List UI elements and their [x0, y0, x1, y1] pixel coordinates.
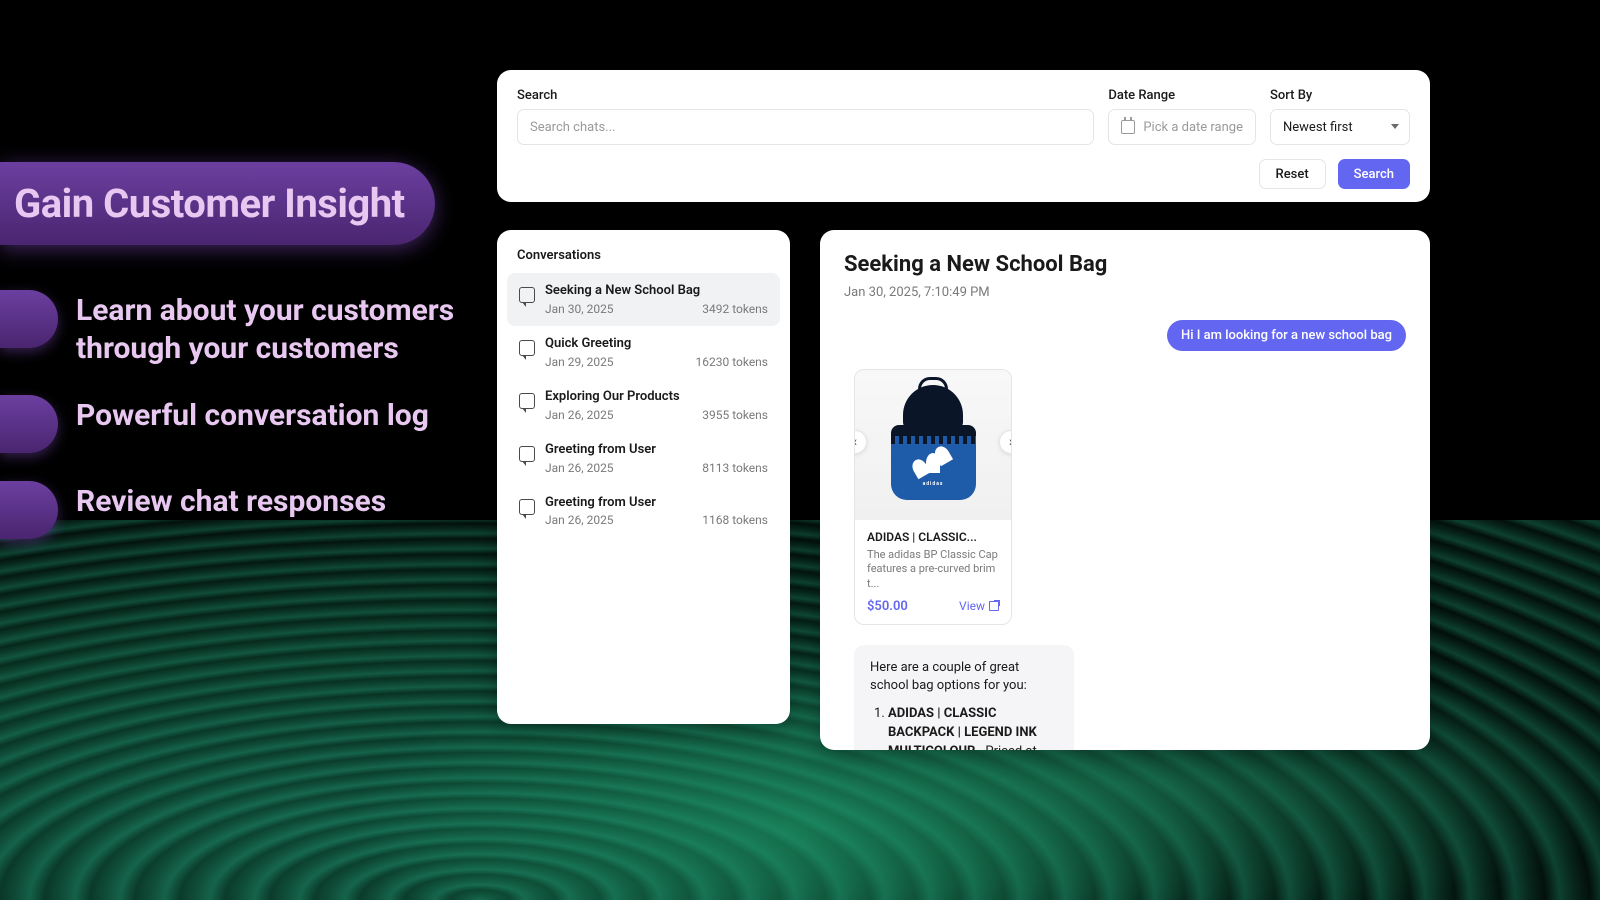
conversation-date: Jan 29, 2025 — [545, 355, 614, 369]
product-image: adidas — [855, 370, 1011, 520]
conversation-title: Greeting from User — [545, 442, 768, 459]
conversation-meta: Jan 29, 2025 16230 tokens — [545, 355, 768, 369]
search-input[interactable] — [517, 109, 1094, 145]
bot-message-item: ADIDAS | CLASSIC BACKPACK | LEGEND INK M… — [888, 705, 1058, 750]
detail-title: Seeking a New School Bag — [844, 252, 1406, 277]
conversation-body: Quick Greeting Jan 29, 2025 16230 tokens — [545, 336, 768, 369]
conversations-panel: Conversations Seeking a New School Bag Ja… — [497, 230, 790, 724]
sort-group: Sort By Newest first — [1270, 88, 1410, 145]
conversation-meta: Jan 26, 2025 8113 tokens — [545, 461, 768, 475]
hero-title: Gain Customer Insight — [14, 180, 405, 227]
product-price: $50.00 — [867, 599, 908, 614]
product-card: ‹ › adidas ADIDAS | CLASSIC... The adida… — [854, 369, 1012, 625]
chat-icon — [519, 287, 535, 303]
conversation-body: Seeking a New School Bag Jan 30, 2025 3492… — [545, 283, 768, 316]
sort-value: Newest first — [1283, 120, 1353, 135]
conversation-item[interactable]: Seeking a New School Bag Jan 30, 2025 3492… — [507, 273, 780, 326]
conversation-item[interactable]: Quick Greeting Jan 29, 2025 16230 tokens — [507, 326, 780, 379]
filter-row: Search Date Range Pick a date range Sort… — [517, 88, 1410, 145]
conversation-item[interactable]: Greeting from UserJan 26, 2025 1168 token… — [507, 485, 780, 538]
conversation-tokens: 3492 tokens — [702, 302, 768, 316]
conversations-list: Seeking a New School Bag Jan 30, 2025 3492… — [507, 273, 780, 537]
bullet-text: Powerful conversation log — [76, 395, 429, 435]
conversation-title: Quick Greeting — [545, 336, 768, 353]
conversation-body: Greeting from UserJan 26, 2025 1168 token… — [545, 495, 768, 528]
bullet-text: Learn about your customers through your … — [76, 290, 476, 367]
product-view-label: View — [959, 599, 985, 613]
chat-area: Hi I am looking for a new school bag ‹ ›… — [844, 320, 1406, 750]
conversation-date: Jan 26, 2025 — [545, 461, 614, 475]
conversation-body: Exploring Our Products Jan 26, 2025 3955 t… — [545, 389, 768, 422]
conversation-detail-panel: Seeking a New School Bag Jan 30, 2025, 7… — [820, 230, 1430, 750]
product-footer: $50.00 View — [867, 599, 999, 614]
conversation-tokens: 1168 tokens — [702, 513, 768, 527]
filter-panel: Search Date Range Pick a date range Sort… — [497, 70, 1430, 202]
product-description: The adidas BP Classic Cap features a pre… — [867, 548, 999, 591]
conversation-tokens: 3955 tokens — [702, 408, 768, 422]
search-group: Search — [517, 88, 1094, 145]
conversation-tokens: 16230 tokens — [696, 355, 769, 369]
product-info: ADIDAS | CLASSIC... The adidas BP Classi… — [855, 520, 1011, 624]
bullet-text: Review chat responses — [76, 481, 386, 521]
conversation-date: Jan 30, 2025 — [545, 302, 614, 316]
conversation-title: Seeking a New School Bag — [545, 283, 768, 300]
user-message-row: Hi I am looking for a new school bag — [844, 320, 1406, 351]
conversation-title: Greeting from User — [545, 495, 768, 512]
date-range-picker[interactable]: Pick a date range — [1108, 109, 1256, 145]
date-range-placeholder: Pick a date range — [1143, 120, 1243, 135]
feature-bullets: Learn about your customers through your … — [0, 290, 476, 567]
conversation-title: Exploring Our Products — [545, 389, 768, 406]
conversation-meta: Jan 30, 2025 3492 tokens — [545, 302, 768, 316]
bot-message-bubble: Here are a couple of great school bag op… — [854, 645, 1074, 750]
date-range-group: Date Range Pick a date range — [1108, 88, 1256, 145]
bullet-dot-icon — [0, 290, 58, 348]
calendar-icon — [1121, 120, 1135, 134]
filter-actions: Reset Search — [517, 159, 1410, 189]
conversation-date: Jan 26, 2025 — [545, 408, 614, 422]
sort-label: Sort By — [1270, 88, 1410, 103]
chat-icon — [519, 340, 535, 356]
hero-headline-pill: Gain Customer Insight — [0, 162, 435, 245]
search-label: Search — [517, 88, 1094, 103]
chat-icon — [519, 499, 535, 515]
bullet-item: Review chat responses — [0, 481, 476, 539]
bullet-item: Learn about your customers through your … — [0, 290, 476, 367]
conversation-body: Greeting from User Jan 26, 2025 8113 token… — [545, 442, 768, 475]
conversations-header: Conversations — [507, 248, 780, 273]
external-link-icon — [989, 601, 999, 611]
user-message-bubble: Hi I am looking for a new school bag — [1167, 320, 1406, 351]
bot-message-intro: Here are a couple of great school bag op… — [870, 659, 1058, 695]
reset-button[interactable]: Reset — [1259, 159, 1326, 189]
conversation-meta: Jan 26, 2025 3955 tokens — [545, 408, 768, 422]
chat-icon — [519, 446, 535, 462]
bullet-item: Powerful conversation log — [0, 395, 476, 453]
conversation-tokens: 8113 tokens — [702, 461, 768, 475]
bot-message-list: ADIDAS | CLASSIC BACKPACK | LEGEND INK M… — [870, 705, 1058, 750]
sort-select[interactable]: Newest first — [1270, 109, 1410, 145]
bullet-dot-icon — [0, 395, 58, 453]
product-view-link[interactable]: View — [959, 599, 999, 613]
conversation-item[interactable]: Greeting from User Jan 26, 2025 8113 token… — [507, 432, 780, 485]
product-name: ADIDAS | CLASSIC... — [867, 530, 999, 544]
backpack-illustration: adidas — [888, 385, 978, 505]
date-range-label: Date Range — [1108, 88, 1256, 103]
bullet-dot-icon — [0, 481, 58, 539]
search-button[interactable]: Search — [1338, 159, 1410, 189]
detail-timestamp: Jan 30, 2025, 7:10:49 PM — [844, 285, 1406, 300]
chat-icon — [519, 393, 535, 409]
conversation-meta: Jan 26, 2025 1168 tokens — [545, 513, 768, 527]
conversation-date: Jan 26, 2025 — [545, 513, 614, 527]
conversation-item[interactable]: Exploring Our Products Jan 26, 2025 3955 t… — [507, 379, 780, 432]
